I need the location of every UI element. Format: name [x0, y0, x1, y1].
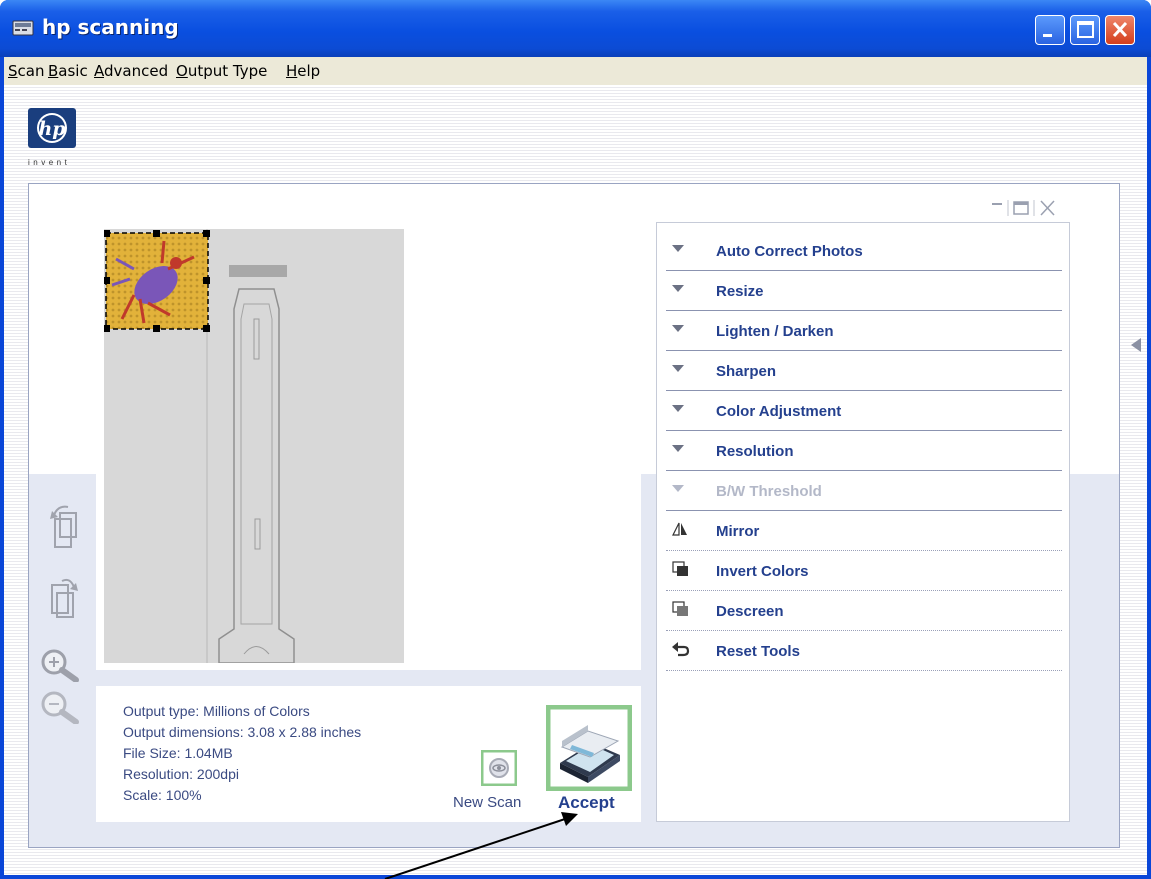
tool-label: Auto Correct Photos: [716, 243, 863, 260]
minimize-button[interactable]: [1035, 15, 1065, 45]
menu-advanced[interactable]: Advanced: [94, 62, 168, 80]
file-size-text: File Size: 1.04MB: [123, 745, 233, 761]
tool-bw-threshold: B/W Threshold: [666, 471, 1062, 511]
mirror-icon: [672, 522, 687, 536]
maximize-button[interactable]: [1070, 15, 1100, 45]
tool-resize[interactable]: Resize: [666, 271, 1062, 311]
tool-invert-colors[interactable]: Invert Colors: [666, 551, 1062, 591]
menu-scan-rest: can: [17, 62, 45, 80]
tool-label: Mirror: [716, 523, 760, 540]
panel-minimize-icon[interactable]: [992, 203, 1002, 205]
hp-tagline: invent: [28, 158, 71, 167]
tool-auto-correct-photos[interactable]: Auto Correct Photos: [666, 231, 1062, 271]
menu-scan[interactable]: Scan: [8, 62, 44, 80]
zoom-in-icon[interactable]: [40, 648, 80, 682]
menu-basic[interactable]: Basic: [48, 62, 88, 80]
tool-label: Lighten / Darken: [716, 323, 834, 340]
panel-window-controls: [992, 200, 1055, 216]
invert-colors-icon: [672, 561, 688, 576]
svg-text:hp: hp: [38, 118, 66, 140]
tool-lighten-darken[interactable]: Lighten / Darken: [666, 311, 1062, 351]
close-icon: [1112, 21, 1128, 38]
rotate-left-icon[interactable]: [48, 503, 78, 553]
menu-help[interactable]: Help: [286, 62, 320, 80]
menu-output-type[interactable]: Output Type: [176, 62, 267, 80]
menu-basic-rest: asic: [58, 62, 88, 80]
expand-triangle-icon: [672, 325, 684, 332]
output-type-text: Output type: Millions of Colors: [123, 703, 310, 719]
tool-label: B/W Threshold: [716, 483, 822, 500]
tool-label: Descreen: [716, 603, 784, 620]
menu-help-rest: elp: [297, 62, 321, 80]
maximize-icon: [1077, 21, 1094, 38]
close-button[interactable]: [1105, 15, 1135, 45]
new-scan-button[interactable]: [481, 750, 517, 786]
panel-close-icon[interactable]: [1040, 200, 1055, 216]
title-bar[interactable]: hp scanning: [0, 0, 1151, 57]
resolution-text: Resolution: 200dpi: [123, 766, 239, 782]
minimize-icon: [1043, 34, 1052, 37]
tool-label: Color Adjustment: [716, 403, 842, 420]
expand-triangle-icon: [672, 405, 684, 412]
expand-triangle-icon: [672, 285, 684, 292]
output-dimensions-text: Output dimensions: 3.08 x 2.88 inches: [123, 724, 362, 740]
descreen-icon: [672, 601, 688, 616]
tool-sharpen[interactable]: Sharpen: [666, 351, 1062, 391]
tool-color-adjustment[interactable]: Color Adjustment: [666, 391, 1062, 431]
menu-bar: Scan Basic Advanced Output Type Help: [4, 57, 1147, 85]
hp-logo: hp: [28, 108, 76, 148]
tool-mirror[interactable]: Mirror: [666, 511, 1062, 551]
scanner-app-icon: [12, 18, 34, 38]
expand-triangle-icon: [672, 485, 684, 492]
tool-descreen[interactable]: Descreen: [666, 591, 1062, 631]
accept-label[interactable]: Accept: [558, 793, 615, 813]
expand-triangle-icon: [672, 245, 684, 252]
tool-resolution[interactable]: Resolution: [666, 431, 1062, 471]
scale-text: Scale: 100%: [123, 787, 202, 803]
collapse-panel-arrow-icon[interactable]: [1129, 336, 1143, 354]
menu-output-type-rest: utput Type: [187, 62, 268, 80]
reset-arrow-icon: [672, 642, 690, 657]
window-title: hp scanning: [42, 15, 179, 39]
tool-label: Invert Colors: [716, 563, 809, 580]
panel-maximize-icon[interactable]: [1013, 201, 1029, 215]
tool-label: Sharpen: [716, 363, 777, 380]
accept-button[interactable]: [546, 705, 632, 791]
tool-reset-tools[interactable]: Reset Tools: [666, 631, 1062, 671]
expand-triangle-icon: [672, 365, 684, 372]
expand-triangle-icon: [672, 445, 684, 452]
tool-label: Resolution: [716, 443, 794, 460]
menu-advanced-rest: dvanced: [104, 62, 169, 80]
tool-label: Reset Tools: [716, 643, 800, 660]
scanned-frog-preview[interactable]: [103, 229, 404, 664]
rotate-right-icon[interactable]: [48, 575, 78, 625]
zoom-out-icon[interactable]: [40, 690, 80, 724]
tool-label: Resize: [716, 283, 764, 300]
new-scan-label[interactable]: New Scan: [453, 794, 521, 811]
